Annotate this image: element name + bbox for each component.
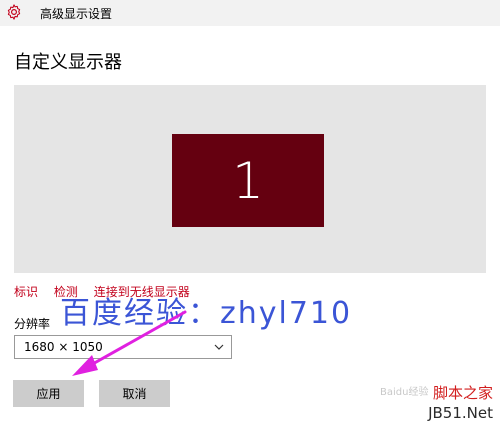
title-bar: 高级显示设置 <box>0 0 500 26</box>
identify-link[interactable]: 标识 <box>14 285 38 299</box>
site-watermark-bottom: JB51.Net <box>428 404 493 422</box>
site-watermark-top: 脚本之家 <box>432 384 493 402</box>
watermark-text: 百度经验：zhyl710 <box>60 296 353 331</box>
apply-button[interactable]: 应用 <box>13 380 84 407</box>
chevron-down-icon <box>214 344 224 350</box>
site-watermark: 脚本之家 JB51.Net <box>405 380 497 426</box>
monitor-tile[interactable]: 1 <box>172 134 324 227</box>
resolution-value: 1680 × 1050 <box>24 340 103 354</box>
resolution-label: 分辨率 <box>14 317 51 331</box>
monitor-number: 1 <box>232 151 264 210</box>
cancel-button[interactable]: 取消 <box>99 380 170 407</box>
gear-icon <box>7 4 21 20</box>
resolution-select[interactable]: 1680 × 1050 <box>14 335 232 359</box>
window-title: 高级显示设置 <box>40 7 113 21</box>
display-arrangement-area: 1 <box>14 85 486 273</box>
page-title: 自定义显示器 <box>14 52 122 73</box>
